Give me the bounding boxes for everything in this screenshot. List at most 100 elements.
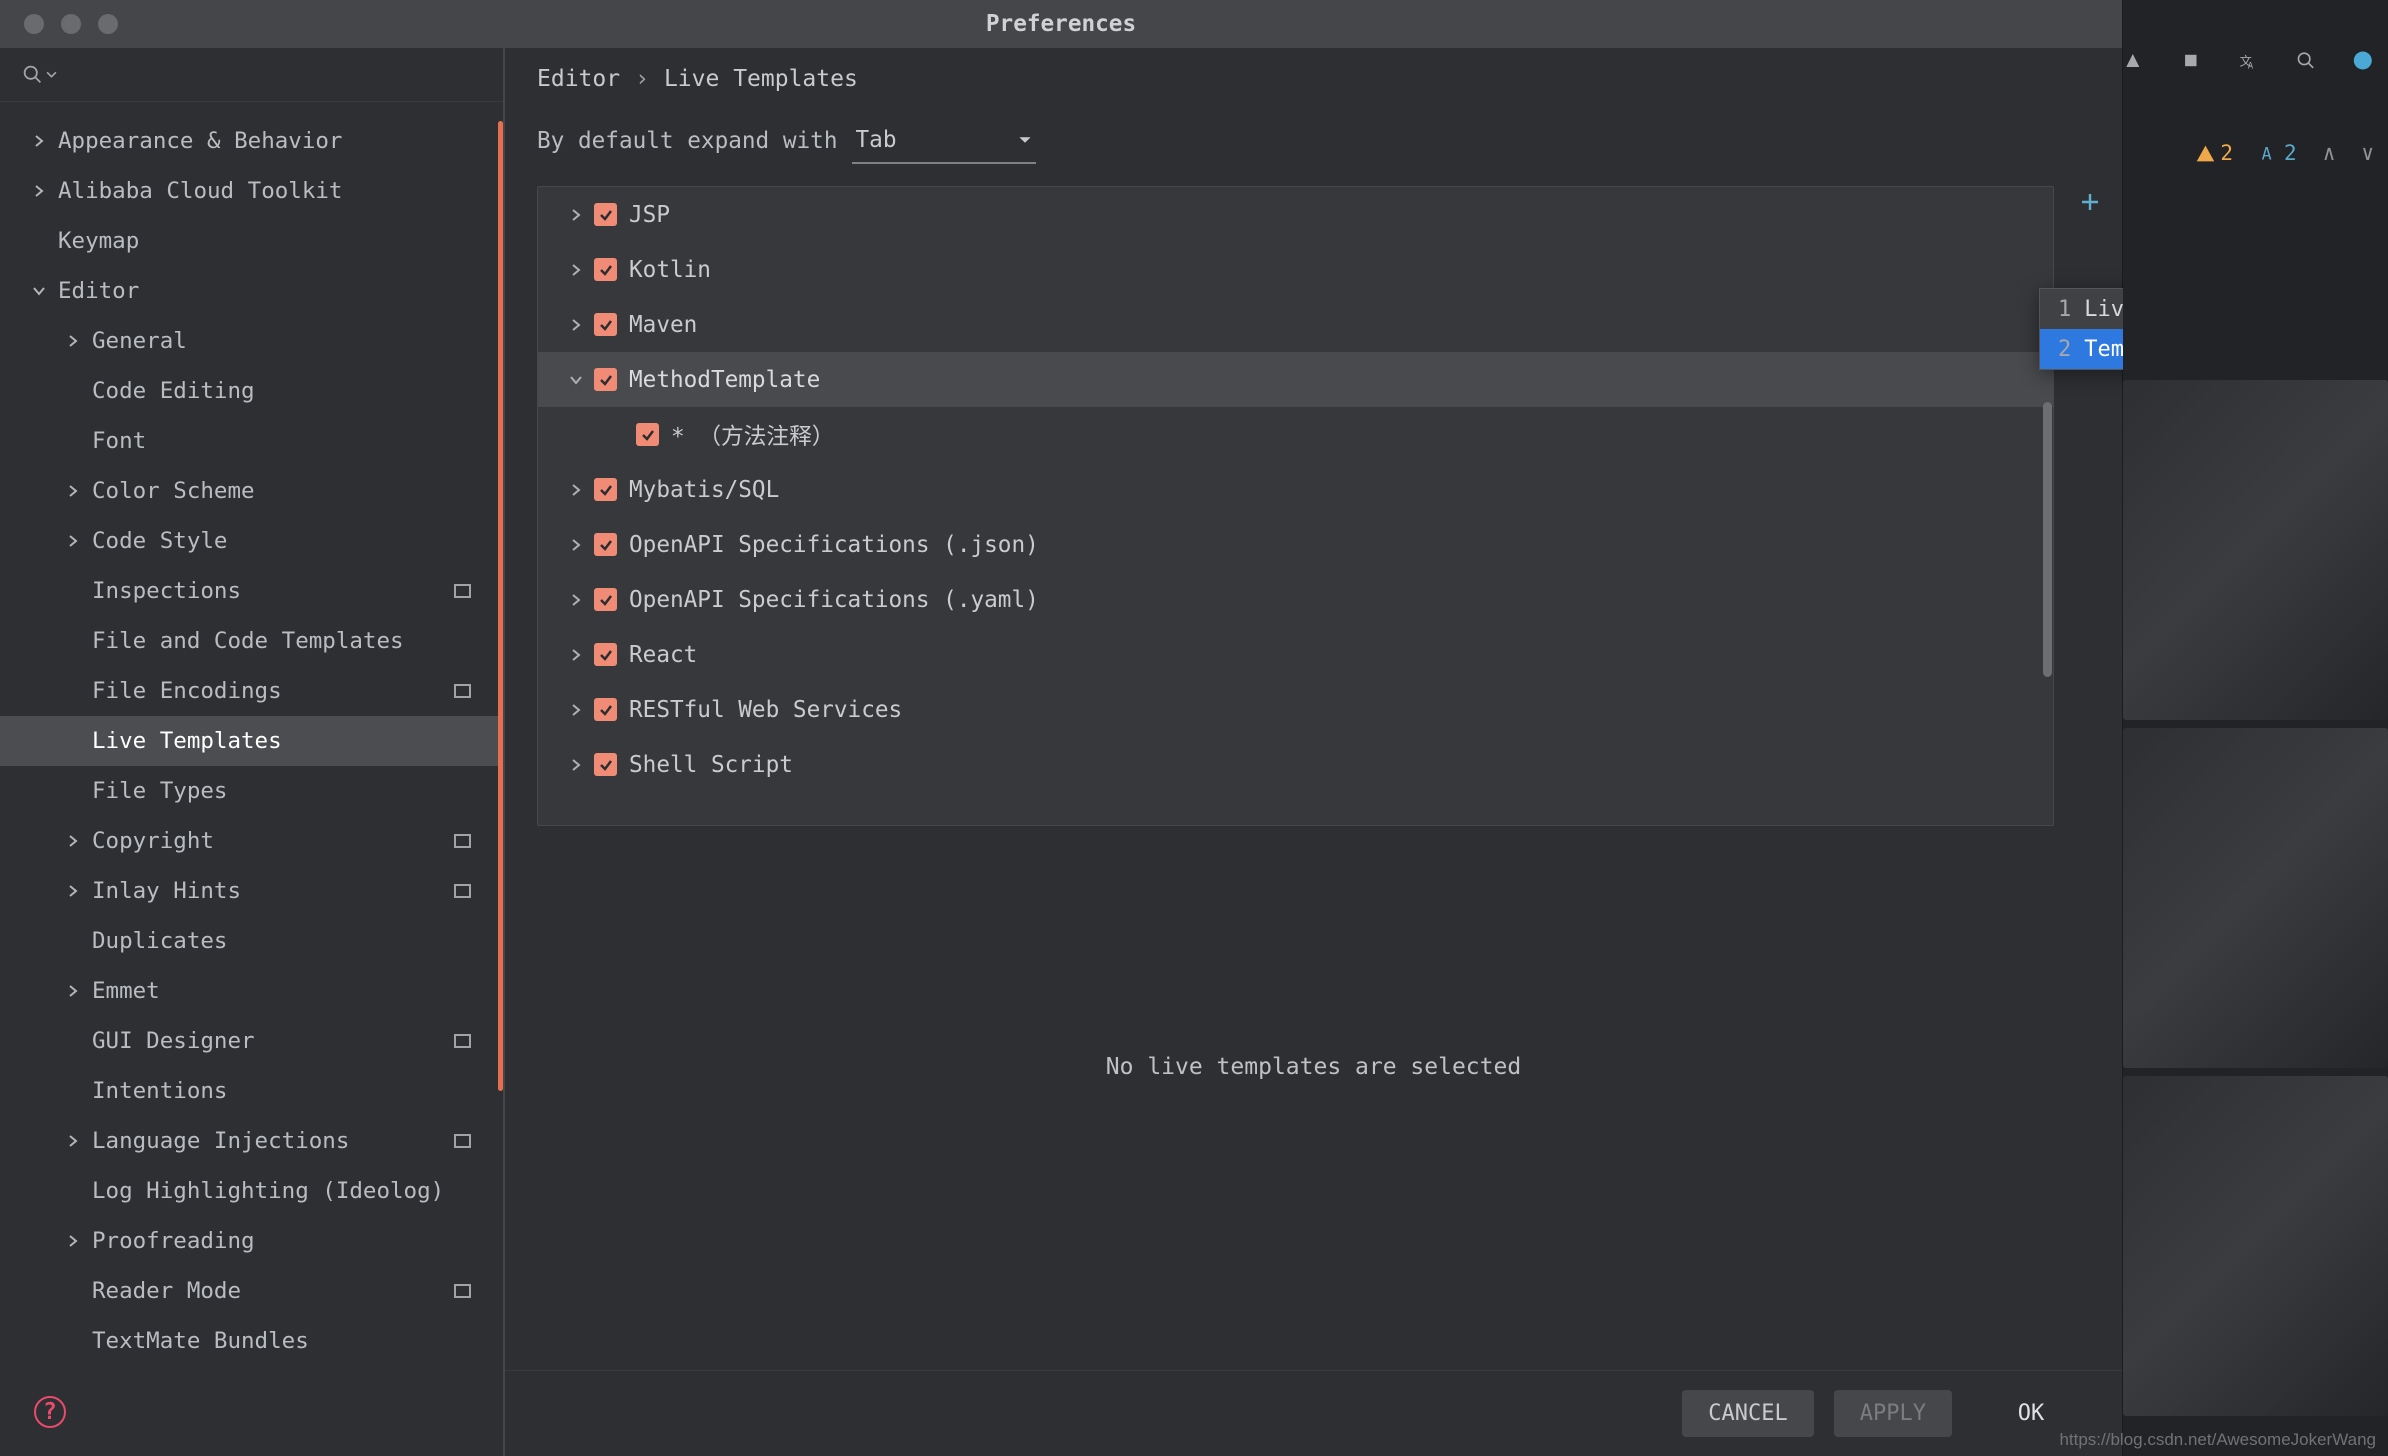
templates-scrollbar[interactable] xyxy=(2043,402,2052,677)
titlebar: Preferences xyxy=(0,0,2122,48)
breadcrumb-root[interactable]: Editor xyxy=(537,66,620,92)
template-label: JSP xyxy=(629,202,670,228)
chevron-down-icon xyxy=(570,374,582,386)
sidebar-item[interactable]: Appearance & Behavior xyxy=(0,116,503,166)
template-row[interactable]: React xyxy=(538,627,2053,682)
template-row[interactable]: JSP xyxy=(538,187,2053,242)
checkbox-icon[interactable] xyxy=(594,533,617,556)
sidebar-item[interactable]: Copyright xyxy=(0,816,503,866)
sidebar-item[interactable]: Live Templates xyxy=(0,716,503,766)
window-title: Preferences xyxy=(986,11,1136,37)
sidebar-item[interactable]: Inlay Hints xyxy=(0,866,503,916)
sidebar-item[interactable]: Font xyxy=(0,416,503,466)
checkbox-icon[interactable] xyxy=(594,698,617,721)
search-icon[interactable] xyxy=(2296,47,2316,74)
expand-with-select[interactable]: Tab xyxy=(852,119,1037,164)
templates-toolbar xyxy=(2068,186,2112,826)
user-icon[interactable] xyxy=(2353,47,2373,74)
apply-button[interactable]: APPLY xyxy=(1834,1390,1952,1437)
weak-warnings-badge[interactable]: A 2 xyxy=(2259,141,2297,165)
checkbox-icon[interactable] xyxy=(594,643,617,666)
sidebar-scrollbar[interactable] xyxy=(498,121,503,1091)
template-row[interactable]: Mybatis/SQL xyxy=(538,462,2053,517)
close-icon[interactable] xyxy=(24,14,44,34)
chevron-right-icon xyxy=(67,835,79,847)
sidebar-item[interactable]: TextMate Bundles xyxy=(0,1316,503,1366)
breadcrumb-current: Live Templates xyxy=(664,66,858,92)
sidebar-item-label: Intentions xyxy=(92,1078,227,1104)
editor-toolbar: 文A xyxy=(2123,0,2388,120)
sidebar-item[interactable]: General xyxy=(0,316,503,366)
sidebar-item[interactable]: Duplicates xyxy=(0,916,503,966)
search-row[interactable] xyxy=(0,48,503,102)
add-icon[interactable] xyxy=(2078,190,2102,214)
template-label: Maven xyxy=(629,312,697,338)
sidebar-item[interactable]: Reader Mode xyxy=(0,1266,503,1316)
settings-sidebar: Appearance & BehaviorAlibaba Cloud Toolk… xyxy=(0,48,505,1456)
template-row[interactable]: OpenAPI Specifications (.json) xyxy=(538,517,2053,572)
help-button[interactable]: ? xyxy=(34,1396,66,1428)
project-scope-icon xyxy=(454,834,471,848)
template-row[interactable]: OpenAPI Specifications (.yaml) xyxy=(538,572,2053,627)
template-row[interactable]: Shell Script xyxy=(538,737,2053,792)
checkbox-icon[interactable] xyxy=(594,258,617,281)
zoom-icon[interactable] xyxy=(98,14,118,34)
checkbox-icon[interactable] xyxy=(594,203,617,226)
sidebar-item[interactable]: GUI Designer xyxy=(0,1016,503,1066)
sidebar-item-label: File and Code Templates xyxy=(92,628,404,654)
chevron-right-icon xyxy=(67,335,79,347)
minimize-icon[interactable] xyxy=(61,14,81,34)
sidebar-item-label: Color Scheme xyxy=(92,478,255,504)
sidebar-item[interactable]: Language Injections xyxy=(0,1116,503,1166)
sidebar-item[interactable]: Code Style xyxy=(0,516,503,566)
expand-with-value: Tab xyxy=(856,127,897,153)
prev-highlight-icon[interactable]: ∧ xyxy=(2323,141,2336,165)
sidebar-item[interactable]: Log Highlighting (Ideolog) xyxy=(0,1166,503,1216)
popup-item-index: 2 xyxy=(2058,337,2071,362)
checkbox-icon[interactable] xyxy=(594,368,617,391)
template-row[interactable]: RESTful Web Services xyxy=(538,682,2053,737)
checkbox-icon[interactable] xyxy=(636,423,659,446)
settings-tree[interactable]: Appearance & BehaviorAlibaba Cloud Toolk… xyxy=(0,102,503,1456)
checkbox-icon[interactable] xyxy=(594,588,617,611)
chevron-right-icon xyxy=(570,539,582,551)
sidebar-item[interactable]: Code Editing xyxy=(0,366,503,416)
chevron-right-icon xyxy=(570,209,582,221)
sidebar-item[interactable]: Keymap xyxy=(0,216,503,266)
sidebar-item-label: Copyright xyxy=(92,828,214,854)
checkbox-icon[interactable] xyxy=(594,478,617,501)
stop-icon[interactable] xyxy=(2181,47,2201,74)
template-row[interactable]: MethodTemplate xyxy=(538,352,2053,407)
sidebar-item[interactable]: Inspections xyxy=(0,566,503,616)
checkbox-icon[interactable] xyxy=(594,313,617,336)
template-row[interactable]: * （方法注释） xyxy=(538,407,2053,462)
sidebar-item-label: Proofreading xyxy=(92,1228,255,1254)
sidebar-item[interactable]: File Types xyxy=(0,766,503,816)
inspections-widget[interactable]: 2 A 2 ∧ ∨ xyxy=(2123,120,2388,186)
sidebar-item[interactable]: Emmet xyxy=(0,966,503,1016)
window-controls xyxy=(24,14,118,34)
sidebar-item-label: Inlay Hints xyxy=(92,878,241,904)
sidebar-item[interactable]: Proofreading xyxy=(0,1216,503,1266)
next-highlight-icon[interactable]: ∨ xyxy=(2361,141,2374,165)
sidebar-item[interactable]: File and Code Templates xyxy=(0,616,503,666)
cancel-button[interactable]: CANCEL xyxy=(1682,1390,1813,1437)
templates-list[interactable]: JSP Kotlin Maven MethodTemplate* （方法注释）Myba… xyxy=(537,186,2054,826)
template-row[interactable]: Maven xyxy=(538,297,2053,352)
build-icon[interactable] xyxy=(2123,47,2143,74)
sidebar-item[interactable]: Editor xyxy=(0,266,503,316)
sidebar-item-label: Duplicates xyxy=(92,928,227,954)
sidebar-item[interactable]: Alibaba Cloud Toolkit xyxy=(0,166,503,216)
sidebar-item[interactable]: File Encodings xyxy=(0,666,503,716)
sidebar-item-label: Language Injections xyxy=(92,1128,349,1154)
template-row[interactable]: Kotlin xyxy=(538,242,2053,297)
sidebar-item[interactable]: Color Scheme xyxy=(0,466,503,516)
sidebar-item[interactable]: Intentions xyxy=(0,1066,503,1116)
translate-icon[interactable]: 文A xyxy=(2238,47,2258,74)
project-scope-icon xyxy=(454,1034,471,1048)
warnings-badge[interactable]: 2 xyxy=(2195,141,2233,165)
checkbox-icon[interactable] xyxy=(594,753,617,776)
chevron-right-icon xyxy=(570,704,582,716)
chevron-right-icon xyxy=(67,885,79,897)
sidebar-item-label: Font xyxy=(92,428,146,454)
